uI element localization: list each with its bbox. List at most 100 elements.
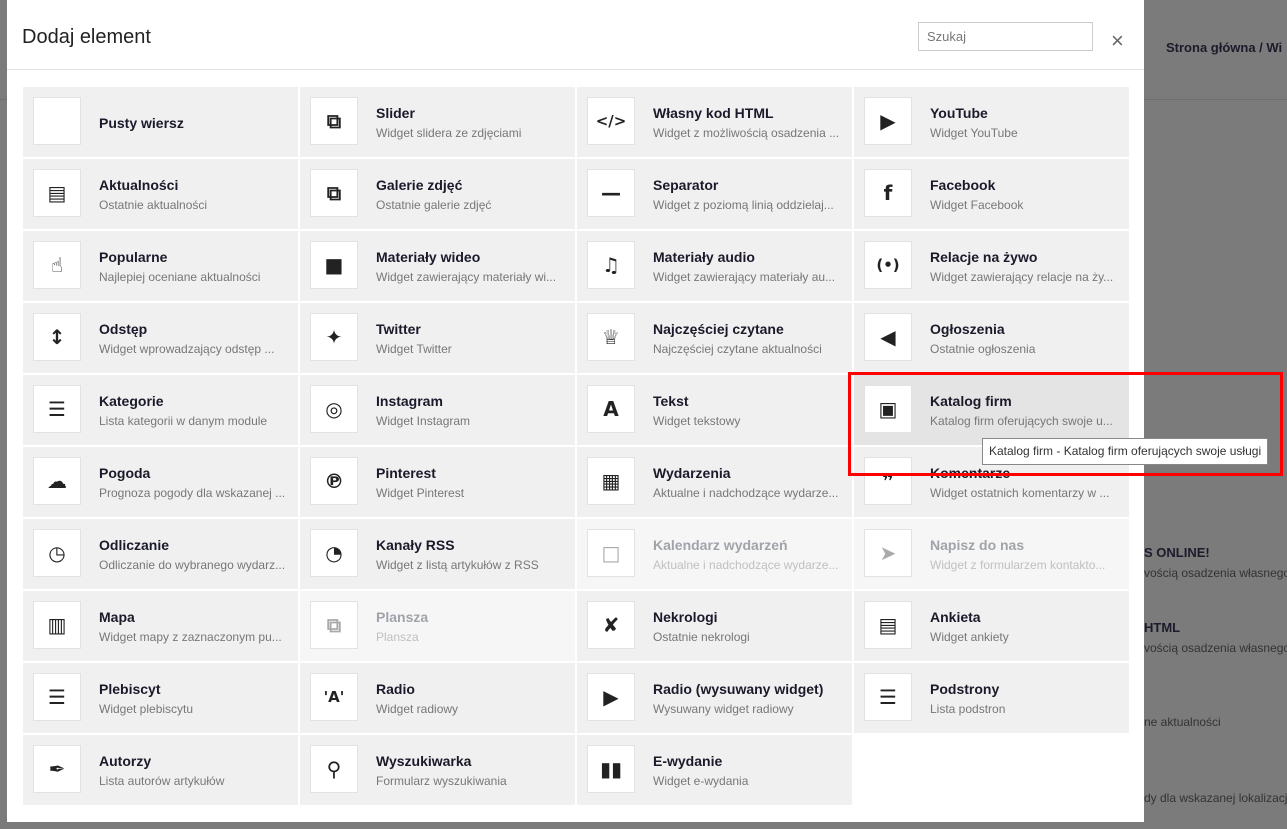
widget-tile[interactable]: ⧉ Slider Widget slidera ze zdjęciami [300, 87, 575, 157]
widget-tile[interactable]: (•) Relacje na żywo Widget zawierający rel… [854, 231, 1129, 301]
widget-tile[interactable]: ☰ Podstrony Lista podstron [854, 663, 1129, 733]
widget-tile[interactable]: ⚲ Wyszukiwarka Formularz wyszukiwania [300, 735, 575, 805]
widget-title: Plansza [376, 609, 429, 625]
youtube-icon: ▶ [864, 97, 912, 145]
radio-tower-icon: 'A' [310, 673, 358, 721]
feather-icon: ✒ [33, 745, 81, 793]
cloud-icon: ☁ [33, 457, 81, 505]
poll-icon: ▤ [864, 601, 912, 649]
widget-title: YouTube [930, 105, 988, 121]
widget-description: Widget slidera ze zdjęciami [376, 126, 522, 140]
widget-title: Materiały audio [653, 249, 755, 265]
widget-tile[interactable]: ☝ Popularne Najlepiej oceniane aktualności [23, 231, 298, 301]
widget-tile[interactable]: A Tekst Widget tekstowy [577, 375, 852, 445]
calendar-icon: ▦ [587, 457, 635, 505]
widget-title: Wyszukiwarka [376, 753, 472, 769]
widget-title: Separator [653, 177, 719, 193]
widget-tile[interactable]: ▮▮ E-wydanie Widget e-wydania [577, 735, 852, 805]
widget-title: E-wydanie [653, 753, 723, 769]
widget-tile[interactable]: ℗ Pinterest Widget Pinterest [300, 447, 575, 517]
widget-title: Podstrony [930, 681, 1000, 697]
widget-title: Pusty wiersz [99, 115, 184, 131]
widget-tile[interactable]: ⧉ Galerie zdjęć Ostatnie galerie zdjęć [300, 159, 575, 229]
search-input[interactable] [918, 22, 1093, 51]
widget-tile[interactable]: ♕ Najczęściej czytane Najczęściej czytane … [577, 303, 852, 373]
widget-title: Ogłoszenia [930, 321, 1005, 337]
widget-tile[interactable]: Pusty wiersz [23, 87, 298, 157]
widget-tile[interactable]: ♫ Materiały audio Widget zawierający mater… [577, 231, 852, 301]
modal-title: Dodaj element [22, 26, 151, 48]
widget-description: Widget z listą artykułów z RSS [376, 558, 539, 572]
widget-tile[interactable]: ✘ Nekrologi Ostatnie nekrologi [577, 591, 852, 661]
widget-tile[interactable]: ▶ Radio (wysuwany widget) Wysuwany widget … [577, 663, 852, 733]
widget-title: Galerie zdjęć [376, 177, 463, 193]
widget-description: Widget mapy z zaznaczonym pu... [99, 630, 282, 644]
images-icon: ⧉ [310, 601, 358, 649]
widget-title: Pogoda [99, 465, 151, 481]
list-icon: ☰ [864, 673, 912, 721]
widget-title: Materiały wideo [376, 249, 481, 265]
widget-tile[interactable]: ✒ Autorzy Lista autorów artykułów [23, 735, 298, 805]
widget-description: Widget Instagram [376, 414, 471, 428]
widget-tile[interactable]: ◎ Instagram Widget Instagram [300, 375, 575, 445]
widget-tile[interactable]: ◔ Kanały RSS Widget z listą artykułów z RS… [300, 519, 575, 589]
widget-description: Widget wprowadzający odstęp ... [99, 342, 275, 356]
widget-title: Radio (wysuwany widget) [653, 681, 824, 697]
widget-title: Wydarzenia [653, 465, 731, 481]
newspaper-icon: ▤ [33, 169, 81, 217]
clock-icon: ◷ [33, 529, 81, 577]
megaphone-icon: ◀ [864, 313, 912, 361]
widget-tile[interactable]: ↕ Odstęp Widget wprowadzający odstęp ... [23, 303, 298, 373]
instagram-icon: ◎ [310, 385, 358, 433]
widget-title: Relacje na żywo [930, 249, 1038, 265]
widget-tile[interactable]: f Facebook Widget Facebook [854, 159, 1129, 229]
widget-description: Najlepiej oceniane aktualności [99, 270, 261, 284]
widget-tile[interactable]: </> Własny kod HTML Widget z możliwością o… [577, 87, 852, 157]
paper-plane-icon: ➤ [864, 529, 912, 577]
widget-tile[interactable]: ■ Materiały wideo Widget zawierający mater… [300, 231, 575, 301]
broadcast-icon: (•) [864, 241, 912, 289]
widget-title: Ankieta [930, 609, 981, 625]
widget-description: Lista autorów artykułów [99, 774, 225, 788]
widget-description: Widget tekstowy [653, 414, 741, 428]
close-icon[interactable]: × [1111, 28, 1124, 54]
widget-tile[interactable]: ☰ Kategorie Lista kategorii w danym module [23, 375, 298, 445]
widget-tile[interactable]: ◀ Ogłoszenia Ostatnie ogłoszenia [854, 303, 1129, 373]
widget-tile[interactable]: □ Kalendarz wydarzeń Aktualne i nadchodząc… [577, 519, 852, 589]
calendar-empty-icon: □ [587, 529, 635, 577]
widget-description: Prognoza pogody dla wskazanej ... [99, 486, 286, 500]
widget-title: Kanały RSS [376, 537, 455, 553]
widget-tile[interactable]: ▤ Ankieta Widget ankiety [854, 591, 1129, 661]
widget-tile[interactable]: ◷ Odliczanie Odliczanie do wybranego wydar… [23, 519, 298, 589]
widget-tile[interactable]: ✦ Twitter Widget Twitter [300, 303, 575, 373]
widget-tile[interactable]: 'A' Radio Widget radiowy [300, 663, 575, 733]
widget-description: Ostatnie aktualności [99, 198, 208, 212]
background-widget-desc: ne aktualności [1144, 715, 1221, 729]
tooltip: Katalog firm - Katalog firm oferujących … [982, 438, 1269, 465]
widget-title: Odliczanie [99, 537, 170, 553]
minus-icon: — [587, 169, 635, 217]
trophy-icon: ♕ [587, 313, 635, 361]
widget-tile[interactable]: ▶ YouTube Widget YouTube [854, 87, 1129, 157]
widget-tile[interactable]: ➤ Napisz do nas Widget z formularzem konta… [854, 519, 1129, 589]
widget-description: Widget z formularzem kontakto... [930, 558, 1106, 572]
widget-tile[interactable]: ☰ Plebiscyt Widget plebiscytu [23, 663, 298, 733]
widget-description: Lista kategorii w danym module [99, 414, 268, 428]
gallery-icon: ⧉ [310, 169, 358, 217]
widget-tile[interactable]: — Separator Widget z poziomą linią oddziel… [577, 159, 852, 229]
widget-description: Widget plebiscytu [99, 702, 194, 716]
widget-title: Slider [376, 105, 415, 121]
video-icon: ■ [310, 241, 358, 289]
widget-tile[interactable]: ▤ Aktualności Ostatnie aktualności [23, 159, 298, 229]
server-icon: ☰ [33, 673, 81, 721]
widget-tile[interactable]: ▥ Mapa Widget mapy z zaznaczonym pu... [23, 591, 298, 661]
widget-title: Tekst [653, 393, 689, 409]
widget-tile[interactable]: ⧉ Plansza Plansza [300, 591, 575, 661]
widget-description: Plansza [376, 630, 419, 644]
widget-title: Facebook [930, 177, 996, 193]
book-icon: ▮▮ [587, 745, 635, 793]
widget-title: Plebiscyt [99, 681, 161, 697]
widget-tile[interactable]: ▦ Wydarzenia Aktualne i nadchodzące wydarz… [577, 447, 852, 517]
widget-tile[interactable]: ☁ Pogoda Prognoza pogody dla wskazanej ... [23, 447, 298, 517]
search-icon: ⚲ [310, 745, 358, 793]
